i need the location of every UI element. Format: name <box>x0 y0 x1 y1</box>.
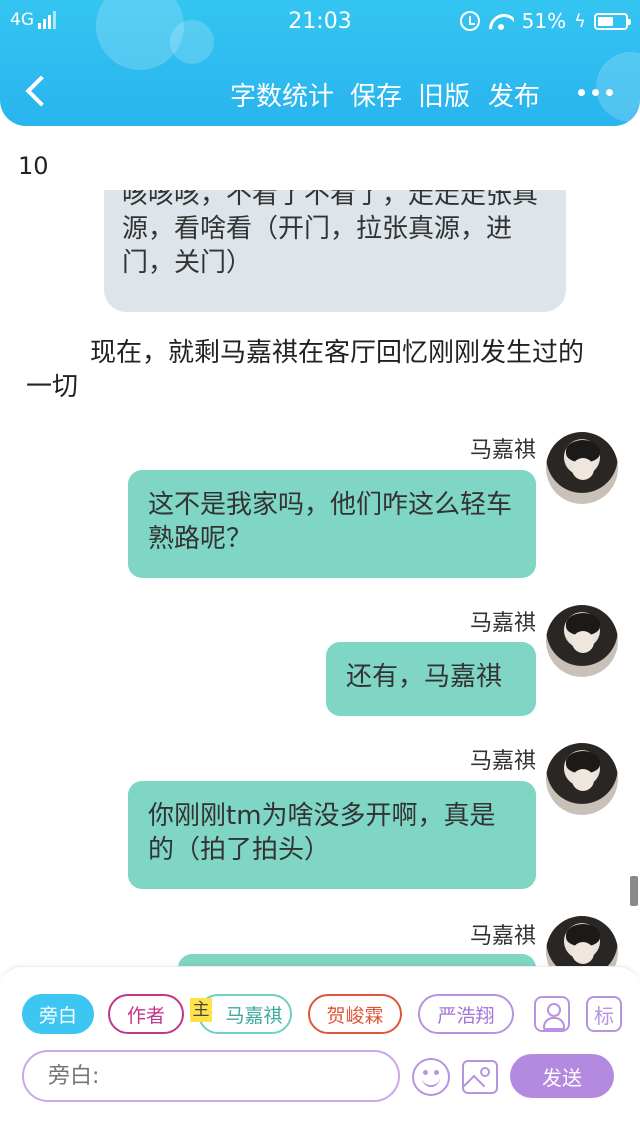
save-button[interactable]: 保存 <box>350 76 402 113</box>
narration-text[interactable]: 现在，就剩马嘉祺在客厅回忆刚刚发生过的一切 <box>26 336 606 404</box>
charging-icon: ϟ <box>574 10 586 32</box>
publish-button[interactable]: 发布 <box>488 76 540 113</box>
more-icon[interactable] <box>578 80 618 104</box>
battery-percent: 51% <box>521 9 567 33</box>
avatar[interactable] <box>546 743 618 815</box>
role-narrator-button[interactable]: 旁白 <box>22 994 94 1034</box>
alarm-icon <box>459 11 480 31</box>
battery-icon <box>594 12 631 30</box>
speaker-name: 马嘉祺 <box>469 924 536 949</box>
role-author-button[interactable]: 作者 <box>108 994 184 1034</box>
old-version-button[interactable]: 旧版 <box>418 76 470 113</box>
dialogue-bubble[interactable]: 这不是我家吗，他们咋这么轻车熟路呢？ <box>128 470 536 578</box>
role-yanhaoxiang-button[interactable]: 严浩翔 <box>418 994 514 1034</box>
avatar[interactable] <box>546 432 618 504</box>
narration-bubble-text: 咳咳咳，不看了不看了，走走走张真源，看啥看（开门，拉张真源，进门，关门） <box>122 190 539 278</box>
dialogue-bubble[interactable]: 你刚刚tm为啥没多开啊，真是的（拍了拍头） <box>128 781 536 889</box>
role-majiaqi-button[interactable]: 马嘉祺 <box>198 994 292 1034</box>
dialogue-bubble[interactable]: 还有，马嘉祺 <box>326 642 536 716</box>
avatar[interactable] <box>546 605 618 677</box>
role-hejunlin-button[interactable]: 贺峻霖 <box>308 994 402 1034</box>
editor-screen: 4G 21:03 51% ϟ 字数统计 保存 旧版 发布 10 咳咳咳，不看了不… <box>0 0 640 1138</box>
word-count-value: 10 <box>18 152 49 180</box>
image-icon[interactable] <box>462 1060 498 1094</box>
emoji-icon[interactable] <box>412 1058 450 1096</box>
narration-bubble[interactable]: 咳咳咳，不看了不看了，走走走张真源，看啥看（开门，拉张真源，进门，关门） <box>104 190 566 312</box>
message-input[interactable] <box>22 1050 400 1102</box>
status-bar: 4G 21:03 51% ϟ <box>0 0 640 44</box>
main-role-badge: 主 <box>190 998 212 1022</box>
scrollbar[interactable] <box>630 876 638 906</box>
speaker-name: 马嘉祺 <box>469 611 536 636</box>
send-button[interactable]: 发送 <box>510 1054 614 1098</box>
wifi-icon <box>488 12 514 30</box>
speaker-name: 马嘉祺 <box>469 749 536 774</box>
add-role-icon[interactable] <box>534 996 570 1032</box>
word-count-button[interactable]: 字数统计 <box>230 76 334 113</box>
app-header: 4G 21:03 51% ϟ 字数统计 保存 旧版 发布 <box>0 0 640 126</box>
back-icon[interactable] <box>18 72 54 112</box>
mark-button[interactable]: 标 <box>586 996 622 1032</box>
speaker-name: 马嘉祺 <box>469 438 536 463</box>
